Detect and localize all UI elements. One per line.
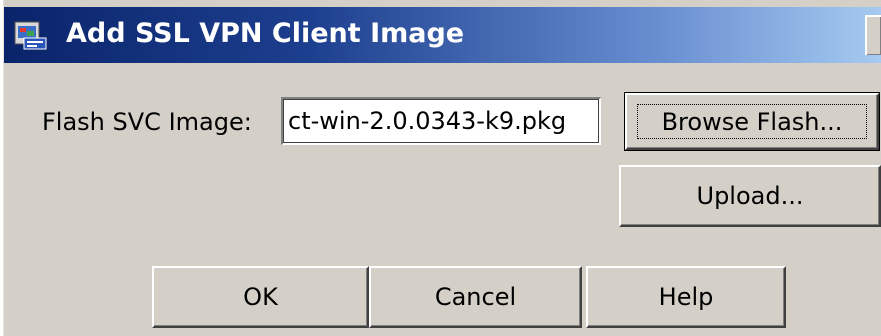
- ok-button[interactable]: OK: [152, 266, 369, 328]
- upload-label: Upload...: [696, 182, 804, 210]
- cancel-label: Cancel: [434, 283, 517, 311]
- cancel-button[interactable]: Cancel: [369, 266, 582, 328]
- ok-label: OK: [243, 283, 278, 311]
- help-button[interactable]: Help: [586, 266, 786, 328]
- focus-indicator: [637, 104, 867, 139]
- title-bar[interactable]: Add SSL VPN Client Image: [4, 7, 881, 63]
- help-label: Help: [658, 283, 714, 311]
- dialog-title: Add SSL VPN Client Image: [66, 18, 465, 49]
- titlebar-button[interactable]: [865, 15, 881, 55]
- flash-svc-image-input[interactable]: ct-win-2.0.0343-k9.pkg: [281, 97, 601, 145]
- upload-button[interactable]: Upload...: [619, 165, 881, 227]
- add-ssl-vpn-client-image-dialog: Add SSL VPN Client Image Flash SVC Image…: [0, 0, 881, 336]
- flash-svc-image-label: Flash SVC Image:: [42, 108, 252, 136]
- browse-flash-button[interactable]: Browse Flash...: [624, 92, 880, 151]
- add-image-icon: [14, 21, 47, 50]
